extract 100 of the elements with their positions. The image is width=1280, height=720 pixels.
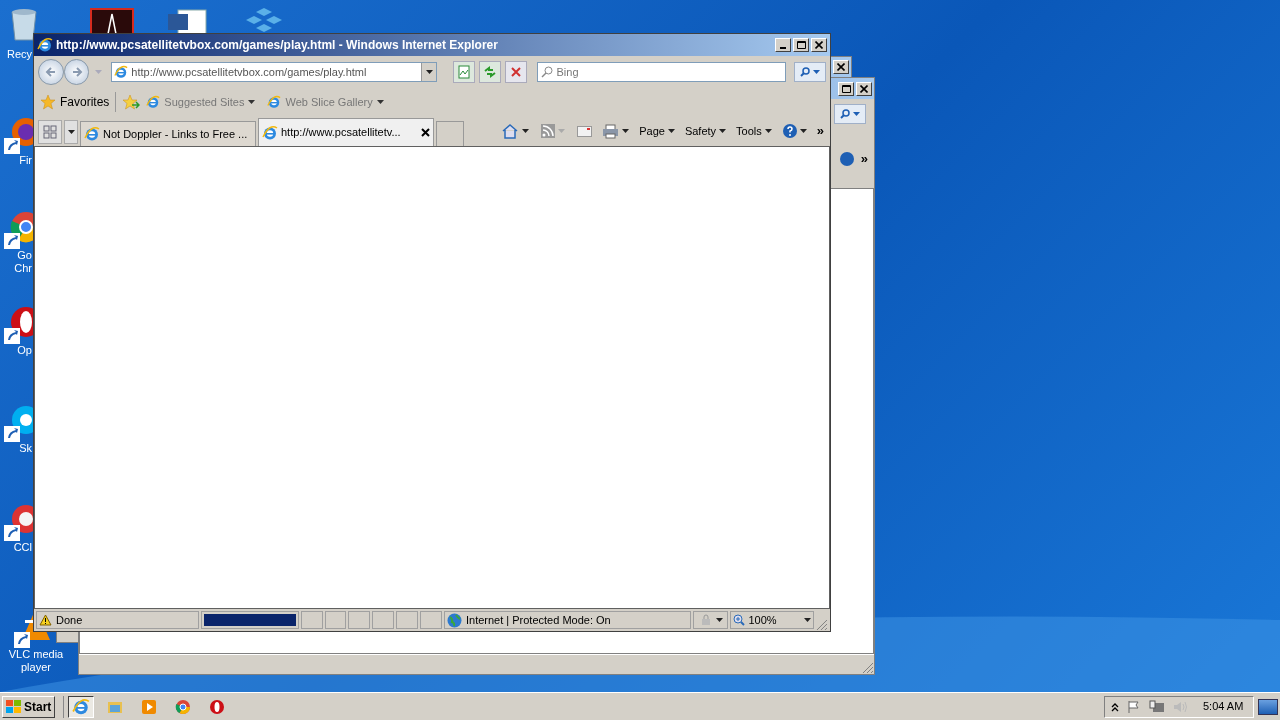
caret-icon (558, 129, 566, 134)
left-arrow-icon (44, 66, 57, 78)
caret-icon (67, 130, 75, 134)
search-icon (800, 67, 811, 77)
mail-icon (577, 125, 593, 137)
right-arrow-icon (70, 66, 83, 78)
tab-list-button[interactable] (64, 120, 78, 144)
windows-logo-icon (6, 699, 22, 714)
maximize-button[interactable] (838, 81, 854, 96)
search-icon (840, 109, 850, 119)
zoom-button[interactable]: 100% (730, 611, 815, 629)
warning-icon (39, 614, 52, 626)
back-button[interactable] (38, 59, 64, 85)
status-text: Done (56, 612, 83, 628)
close-button[interactable] (833, 60, 849, 74)
address-field[interactable]: http://www.pcsatellitetvbox.com/games/play.html (111, 62, 438, 82)
stop-button[interactable] (504, 61, 527, 83)
caret-icon (799, 129, 807, 134)
close-icon (421, 128, 430, 137)
more-chevron[interactable]: » (816, 120, 824, 140)
caret-icon (667, 129, 675, 134)
grid-icon (43, 125, 57, 139)
desktop-icon-label[interactable]: Fir (19, 154, 32, 167)
browser-icon (72, 697, 91, 716)
browser-tab[interactable]: http://www.pcsatellitetv... (258, 118, 434, 146)
home-icon (501, 123, 520, 140)
command-menu[interactable]: Safety (684, 123, 727, 140)
page-icon (114, 65, 129, 79)
globe-icon (447, 612, 462, 628)
browser-logo-icon (37, 37, 53, 53)
caret-icon (425, 70, 433, 74)
caret-icon (715, 618, 723, 622)
search-button[interactable] (794, 62, 826, 82)
taskbar-app-button[interactable] (68, 695, 95, 718)
caret-icon (622, 129, 630, 134)
page-icon (146, 95, 161, 109)
more-chevron[interactable]: » (860, 148, 868, 169)
desktop-icon-label[interactable]: Sk (19, 442, 32, 455)
compatibility-button[interactable] (453, 61, 475, 83)
start-button[interactable]: Start (2, 695, 56, 718)
chevron-up-icon (1111, 701, 1119, 712)
search-icon (540, 66, 553, 78)
caret-icon (522, 129, 530, 134)
help-icon (838, 150, 855, 167)
minimize-icon (780, 47, 786, 49)
search-button[interactable] (834, 104, 866, 124)
status-pane (372, 611, 395, 629)
desktop-icon-label[interactable]: Recy (6, 48, 32, 61)
maximize-icon (796, 41, 806, 49)
close-icon (860, 84, 868, 93)
maximize-button[interactable] (793, 38, 809, 52)
caret-icon (813, 70, 821, 74)
clock[interactable]: 5:04 AM (1203, 698, 1244, 715)
desktop-icon-label[interactable]: Op (17, 344, 32, 357)
resize-grip-icon (816, 619, 828, 631)
help-icon (781, 123, 798, 140)
maximize-icon (841, 84, 851, 93)
address-dropdown-button[interactable] (421, 63, 437, 81)
caret-icon (94, 70, 102, 74)
desktop-icon-label[interactable]: CCl (13, 541, 32, 554)
add-favorite-icon (122, 94, 141, 110)
close-button[interactable] (811, 38, 827, 52)
broken-page-icon (457, 65, 472, 79)
desktop-icon-label[interactable]: VLC media player (8, 648, 64, 674)
status-pane (420, 611, 442, 629)
printer-icon (602, 123, 620, 139)
security-button[interactable] (692, 611, 729, 629)
page-icon (262, 124, 278, 141)
command-menu[interactable]: Tools (736, 123, 772, 140)
close-icon (837, 63, 845, 71)
desktop-icon-label[interactable]: Go Chr (14, 249, 32, 275)
speaker-icon (1173, 699, 1189, 714)
media-player-icon (140, 697, 159, 716)
status-pane (396, 611, 419, 629)
close-icon (815, 41, 823, 49)
close-button[interactable] (856, 81, 872, 96)
minimize-button[interactable] (775, 38, 791, 52)
star-icon (40, 94, 56, 110)
show-desktop-button[interactable] (1258, 698, 1278, 715)
forward-button[interactable] (63, 59, 90, 85)
caret-icon (853, 112, 860, 116)
caret-icon (719, 129, 727, 134)
status-pane (348, 611, 371, 629)
network-icon (1149, 699, 1165, 714)
window-title: http://www.pcsatellitetvbox.com/games/play.html - Windows Internet Explorer (56, 37, 499, 54)
close-icon (509, 66, 522, 78)
feed-icon (541, 124, 556, 139)
browser-tab[interactable]: Not Doppler - Links to Free ... (80, 121, 256, 146)
page-icon (267, 95, 282, 109)
flag-icon (1127, 699, 1141, 714)
status-pane (300, 611, 323, 629)
command-menu[interactable]: Page (639, 123, 675, 140)
favorites-button[interactable]: Favorites (40, 93, 110, 111)
opera-icon (208, 697, 227, 716)
caret-icon (764, 129, 772, 134)
chrome-icon (174, 697, 193, 716)
zone-text: Internet | Protected Mode: On (466, 612, 611, 628)
search-field[interactable]: Bing (536, 62, 787, 82)
refresh-button[interactable] (479, 61, 501, 83)
status-pane (324, 611, 347, 629)
